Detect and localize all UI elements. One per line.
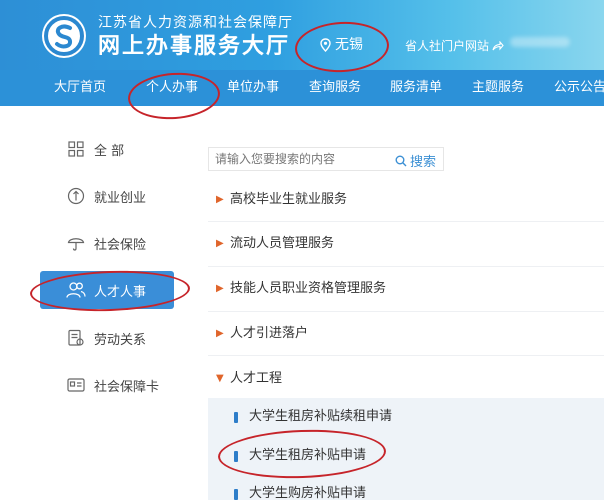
- nav-personal[interactable]: 个人办事: [146, 70, 198, 106]
- bullet-bar: [234, 488, 238, 500]
- nav-home[interactable]: 大厅首页: [54, 70, 106, 106]
- sidebar-item-label: 人才人事: [94, 284, 147, 300]
- location-label: 无锡: [335, 37, 363, 53]
- site-title: 网上办事服务大厅: [98, 34, 291, 59]
- umbrella-icon: [66, 233, 86, 253]
- category-label: 流动人员管理服务: [230, 236, 335, 251]
- category-label: 人才引进落户: [230, 326, 309, 341]
- sidebar-item-labor[interactable]: 劳动关系: [40, 319, 174, 357]
- category-item[interactable]: ▶ 人才引进落户: [216, 319, 308, 349]
- caret-right-icon: ▶: [216, 283, 224, 294]
- nav-query[interactable]: 查询服务: [309, 70, 361, 106]
- caret-right-icon: ▶: [216, 238, 224, 249]
- sidebar-item-label: 全 部: [94, 143, 125, 159]
- subitem[interactable]: 大学生租房补贴申请: [234, 445, 366, 467]
- caret-down-icon: ▼: [216, 373, 224, 384]
- category-item[interactable]: ▶ 高校毕业生就业服务: [216, 185, 347, 215]
- subitem[interactable]: 大学生租房补贴续租申请: [234, 406, 392, 428]
- category-label: 人才工程: [230, 371, 283, 386]
- subitem[interactable]: 大学生购房补贴申请: [234, 483, 366, 500]
- category-item-expanded[interactable]: ▼ 人才工程: [216, 364, 282, 394]
- sidebar-item-label: 社会保险: [94, 237, 147, 253]
- blurred-region: [510, 37, 570, 47]
- nav-notice[interactable]: 公示公告: [554, 70, 604, 106]
- sidebar-item-label: 就业创业: [94, 190, 147, 206]
- bullet-bar: [234, 411, 238, 423]
- search-button[interactable]: 搜索: [395, 151, 436, 170]
- nav-theme[interactable]: 主题服务: [472, 70, 524, 106]
- divider: [208, 355, 604, 356]
- sidebar-item-insurance[interactable]: 社会保险: [40, 224, 174, 262]
- portal-link-label: 省人社门户网站: [405, 39, 490, 53]
- site-header: 江苏省人力资源和社会保障厅 网上办事服务大厅 无锡 省人社门户网站: [0, 0, 604, 70]
- grid-icon: [66, 139, 86, 159]
- sidebar-item-label: 社会保障卡: [94, 379, 160, 395]
- employment-icon: [66, 186, 86, 206]
- subitem-label: 大学生租房补贴申请: [249, 448, 367, 463]
- divider: [208, 311, 604, 312]
- sidebar-item-talent[interactable]: 人才人事: [40, 271, 174, 309]
- search-button-label: 搜索: [410, 155, 437, 170]
- main-nav: 大厅首页 个人办事 单位办事 查询服务 服务清单 主题服务 公示公告: [0, 70, 604, 106]
- card-icon: [66, 375, 86, 395]
- divider: [208, 221, 604, 222]
- search-icon: [395, 155, 407, 166]
- nav-service-list[interactable]: 服务清单: [390, 70, 442, 106]
- location-selector[interactable]: 无锡: [320, 36, 363, 54]
- subitem-label: 大学生购房补贴申请: [249, 486, 367, 500]
- people-icon: [66, 280, 86, 300]
- bullet-bar: [234, 450, 238, 462]
- sidebar-item-label: 劳动关系: [94, 332, 147, 348]
- subitem-label: 大学生租房补贴续租申请: [249, 409, 393, 424]
- sidebar-item-all[interactable]: 全 部: [40, 130, 174, 168]
- portal-link[interactable]: 省人社门户网站: [405, 39, 504, 53]
- category-label: 技能人员职业资格管理服务: [230, 281, 387, 296]
- sidebar-item-employment[interactable]: 就业创业: [40, 177, 174, 215]
- org-name: 江苏省人力资源和社会保障厅: [98, 15, 293, 31]
- logo-emblem-icon: [44, 16, 84, 56]
- document-icon: [66, 328, 86, 348]
- caret-right-icon: ▶: [216, 328, 224, 339]
- search-input[interactable]: [209, 148, 389, 170]
- location-pin-icon: [320, 38, 331, 52]
- caret-right-icon: ▶: [216, 194, 224, 205]
- category-item[interactable]: ▶ 技能人员职业资格管理服务: [216, 274, 386, 304]
- site-logo[interactable]: [42, 14, 86, 58]
- share-arrow-icon: [492, 41, 504, 51]
- category-label: 高校毕业生就业服务: [230, 192, 348, 207]
- nav-company[interactable]: 单位办事: [227, 70, 279, 106]
- sidebar-item-card[interactable]: 社会保障卡: [40, 366, 174, 404]
- category-item[interactable]: ▶ 流动人员管理服务: [216, 229, 334, 259]
- divider: [208, 266, 604, 267]
- search-box: 搜索: [208, 147, 444, 171]
